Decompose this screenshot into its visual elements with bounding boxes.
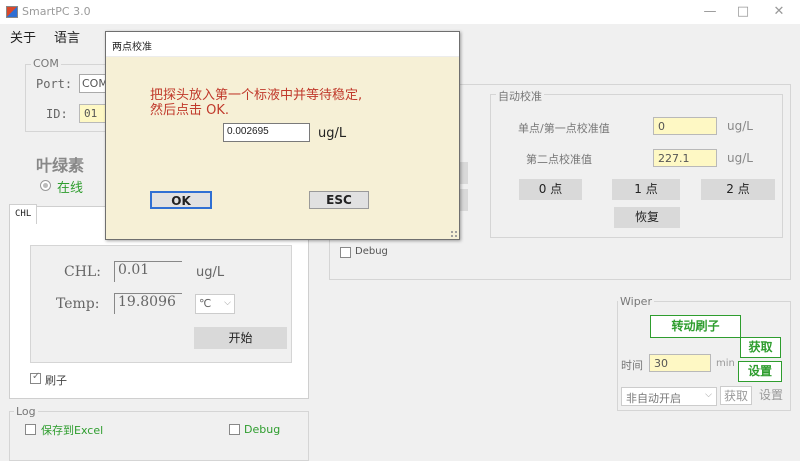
tab-chl[interactable]: CHL [9,204,37,224]
sensor-name: 叶绿素 [36,156,85,175]
window-titlebar [0,0,800,24]
maximize-button[interactable]: □ [728,2,758,22]
menu-about[interactable]: 关于 [10,27,36,46]
start-button[interactable]: 开始 [194,327,287,349]
zero-point-button[interactable]: 0 点 [519,179,582,200]
wiper-get-button[interactable]: 获取 [740,337,781,358]
temp-value: 19.8096 [114,293,182,314]
esc-button[interactable]: ESC [309,191,369,209]
log-debug-checkbox[interactable] [229,424,240,435]
wiper-set-button[interactable]: 设置 [738,361,782,382]
id-label: ID: [46,107,68,121]
standard-value-input[interactable]: 0.002695 [223,123,310,142]
dialog-title: 两点校准 [112,42,152,53]
app-icon [6,6,18,18]
wiper-mode-select[interactable]: 非自动开启 ⌵ [621,387,717,406]
resize-grip-icon[interactable] [450,230,458,238]
chevron-down-icon: ⌵ [224,298,231,308]
close-button[interactable]: ✕ [764,2,794,22]
wiper-time-label: 时间 [621,359,643,372]
chevron-down-icon: ⌵ [705,390,712,400]
brush-label: 刷子 [45,374,67,387]
dialog-message-line2: 然后点击 OK. [150,103,230,118]
save-excel-label: 保存到Excel [41,424,104,437]
check-icon: ✓ [32,371,41,382]
brush-checkbox[interactable]: ✓ [30,371,41,384]
restore-button[interactable]: 恢复 [614,207,680,228]
middle-debug-label: Debug [355,246,388,257]
port-label: Port: [36,77,73,91]
temp-unit-select[interactable]: ℃ ⌵ [195,294,235,314]
auto-cal-title: 自动校准 [496,88,544,104]
rotate-brush-button[interactable]: 转动刷子 [650,315,741,338]
wiper-time-input[interactable]: 30 [649,354,711,372]
chl-value: 0.01 [114,261,182,282]
point2-input[interactable]: 227.1 [653,149,717,167]
wiper-mode-value: 非自动开启 [626,392,681,405]
two-point-button[interactable]: 2 点 [701,179,775,200]
log-title: Log [14,405,38,418]
log-debug-label: Debug [244,423,281,436]
temp-label: Temp: [56,296,100,312]
point1-input[interactable]: 0 [653,117,717,135]
com-group-title: COM [31,57,61,70]
standard-value-unit: ug/L [318,126,347,141]
point1-label: 单点/第一点校准值 [518,122,610,135]
minimize-button[interactable]: — [695,2,725,22]
point2-unit: ug/L [727,151,753,165]
menu-language[interactable]: 语言 [54,27,80,46]
two-point-calibration-dialog: 两点校准 把探头放入第一个标液中并等待稳定, 然后点击 OK. 0.002695… [105,31,460,240]
ok-button[interactable]: OK [150,191,212,209]
wiper-time-unit: min [716,358,735,369]
temp-unit-value: ℃ [199,297,212,310]
wiper-title: Wiper [618,295,654,308]
chl-label: CHL: [64,264,101,280]
point1-unit: ug/L [727,119,753,133]
window-title: SmartPC 3.0 [22,5,91,18]
chl-unit: ug/L [196,265,225,280]
point2-label: 第二点校准值 [526,153,592,166]
wiper-get-link[interactable]: 获取 [720,386,753,405]
online-status: 在线 [57,181,84,196]
middle-debug-checkbox[interactable] [340,247,351,258]
one-point-button[interactable]: 1 点 [612,179,680,200]
dialog-titlebar [106,32,459,57]
wiper-set-link[interactable]: 设置 [757,386,785,403]
save-excel-checkbox[interactable] [25,424,36,435]
online-radio[interactable] [40,180,51,191]
